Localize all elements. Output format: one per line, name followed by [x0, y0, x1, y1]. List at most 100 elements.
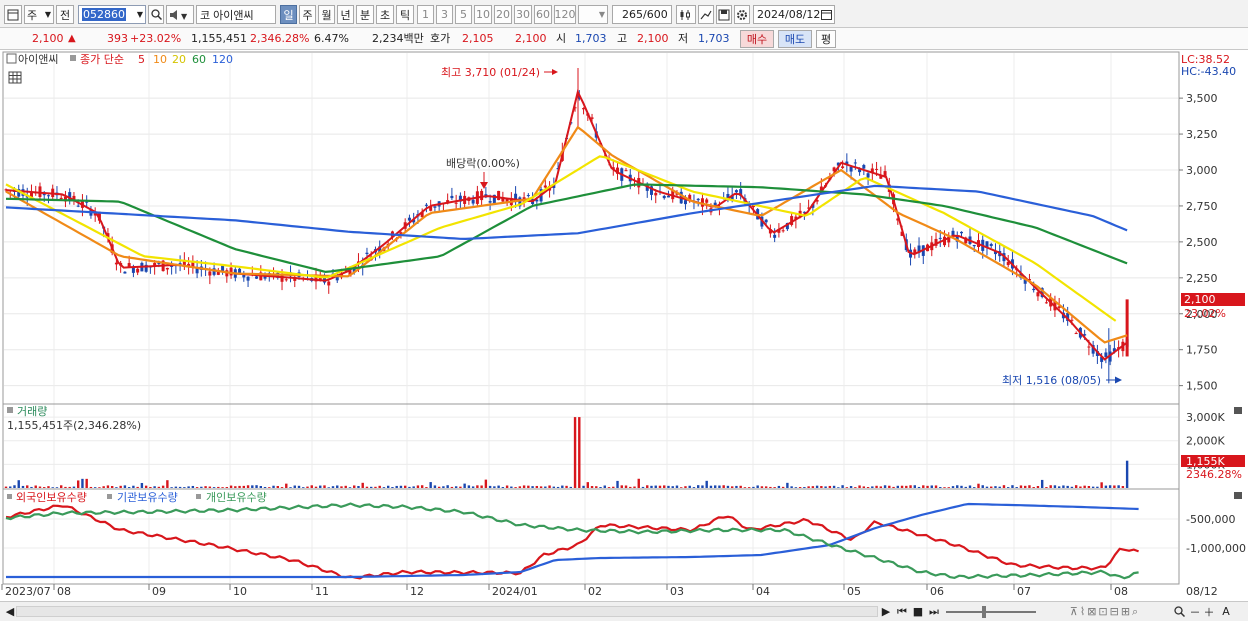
quote-high-label: 고 [617, 32, 628, 45]
tab-period-minute[interactable]: 분 [356, 5, 374, 24]
y-tick-label: 2,500 [1186, 236, 1218, 249]
trend-line-icon[interactable] [698, 5, 714, 24]
volume-bar [922, 485, 925, 488]
zoom-in-button[interactable]: ＋ [1202, 604, 1216, 619]
candle-body [238, 268, 242, 273]
legend-ma-20: 20 [172, 53, 186, 66]
volume-bar [302, 487, 305, 488]
volume-bar [858, 485, 861, 488]
date-value: 2024/08/12 [757, 8, 821, 21]
scroll-track[interactable] [16, 604, 878, 619]
volume-bar [607, 487, 611, 488]
volume-bar [629, 486, 632, 488]
volume-bar [480, 485, 483, 488]
volume-bar [1117, 485, 1120, 488]
interval-custom-select[interactable]: ▼ [578, 5, 608, 24]
drawing-tools-icons[interactable]: ⊼⌇⊠⊡⊟⊞⌕ [1040, 604, 1170, 619]
candle-body [1044, 302, 1048, 304]
zoom-out-button[interactable]: － [1188, 604, 1202, 619]
volume-bar [442, 486, 445, 488]
table-icon[interactable] [8, 71, 22, 84]
volume-bar [752, 486, 755, 488]
date-field[interactable]: 2024/08/12 [753, 5, 835, 24]
volume-bar [905, 485, 908, 488]
candle-body [696, 198, 700, 201]
volume-bar [565, 485, 568, 488]
volume-bar [327, 487, 330, 488]
volume-bar [1125, 460, 1129, 488]
auto-scale-button[interactable]: A [1218, 604, 1234, 619]
speaker-icon[interactable]: ▼ [166, 5, 194, 24]
search-icon[interactable] [148, 5, 164, 24]
stop-icon[interactable]: ■ [911, 604, 925, 619]
interval-3[interactable]: 3 [436, 5, 453, 24]
tab-period-tick[interactable]: 틱 [396, 5, 414, 24]
candle-body [773, 234, 777, 238]
interval-10[interactable]: 10 [474, 5, 492, 24]
volume-bar [395, 485, 398, 488]
scroll-right-icon[interactable]: ▶ [880, 604, 892, 619]
tab-period-month[interactable]: 월 [318, 5, 335, 24]
legend-marker-icon [7, 494, 12, 499]
volume-bar [72, 486, 76, 488]
x-tick-label: 2024/01 [492, 585, 538, 598]
volume-bar [837, 487, 840, 488]
quote-price: 2,100 [32, 32, 64, 45]
period-select-label: 주 [27, 8, 38, 22]
x-tick-label: 12 [410, 585, 424, 598]
stock-name-field[interactable]: 코 아이앤씨 [196, 5, 276, 24]
candle-body [471, 199, 475, 204]
stock-code-input[interactable]: 052860 ▼ [78, 5, 146, 24]
volume-bar [353, 485, 356, 488]
y-tick-label: 1,500 [1186, 380, 1218, 393]
volume-bar [493, 486, 496, 488]
volume-bar [81, 478, 84, 488]
window-icon[interactable] [4, 5, 22, 24]
calendar-icon[interactable] [821, 9, 832, 23]
tab-period-day[interactable]: 일 [280, 5, 297, 24]
interval-60[interactable]: 60 [534, 5, 552, 24]
sell-button[interactable]: 매도 [778, 30, 812, 48]
tab-period-second[interactable]: 초 [376, 5, 394, 24]
volume-bar [747, 487, 751, 488]
holding-panel-close-icon[interactable] [1234, 492, 1242, 499]
dividend-note: 배당락(0.00%) [446, 157, 520, 170]
count-field[interactable]: 265 /600 [612, 5, 672, 24]
interval-30[interactable]: 30 [514, 5, 532, 24]
volume-bar [1104, 485, 1108, 488]
avg-button[interactable]: 평 [816, 30, 836, 48]
chart-area[interactable]: 아이앤씨 종가 단순 5 10 20 60 120 LC:38.52 HC:-4… [0, 50, 1248, 601]
volume-bar [705, 480, 708, 488]
search-icon[interactable] [1172, 604, 1186, 619]
candle-body [662, 195, 666, 199]
interval-1[interactable]: 1 [417, 5, 434, 24]
volume-panel-close-icon[interactable] [1234, 407, 1242, 414]
prev-button[interactable]: 전 [56, 5, 74, 24]
tab-period-year[interactable]: 년 [337, 5, 354, 24]
volume-bar [344, 485, 347, 488]
candle-body [654, 192, 658, 196]
candle-body [781, 230, 785, 232]
save-icon[interactable] [716, 5, 732, 24]
volume-bar [803, 487, 806, 488]
tab-period-week[interactable]: 주 [299, 5, 316, 24]
zoom-slider[interactable] [946, 604, 1036, 619]
candle-type-icon[interactable] [676, 5, 696, 24]
period-select[interactable]: 주 ▼ [24, 5, 54, 24]
buy-button[interactable]: 매수 [740, 30, 774, 48]
step-back-icon[interactable]: ⏮ [895, 604, 909, 619]
volume-bar [306, 486, 309, 488]
legend-indicator: 종가 단순 [80, 53, 124, 66]
scroll-thumb[interactable] [16, 606, 878, 617]
volume-bar [1032, 487, 1035, 488]
interval-120[interactable]: 120 [554, 5, 576, 24]
volume-bar [688, 485, 691, 488]
volume-bar [756, 485, 759, 488]
volume-bar [612, 486, 615, 488]
volume-bar [1019, 485, 1023, 488]
interval-20[interactable]: 20 [494, 5, 512, 24]
gear-icon[interactable] [734, 5, 750, 24]
step-forward-icon[interactable]: ⏭ [927, 604, 941, 619]
scroll-left-icon[interactable]: ◀ [4, 604, 16, 619]
interval-5[interactable]: 5 [455, 5, 472, 24]
